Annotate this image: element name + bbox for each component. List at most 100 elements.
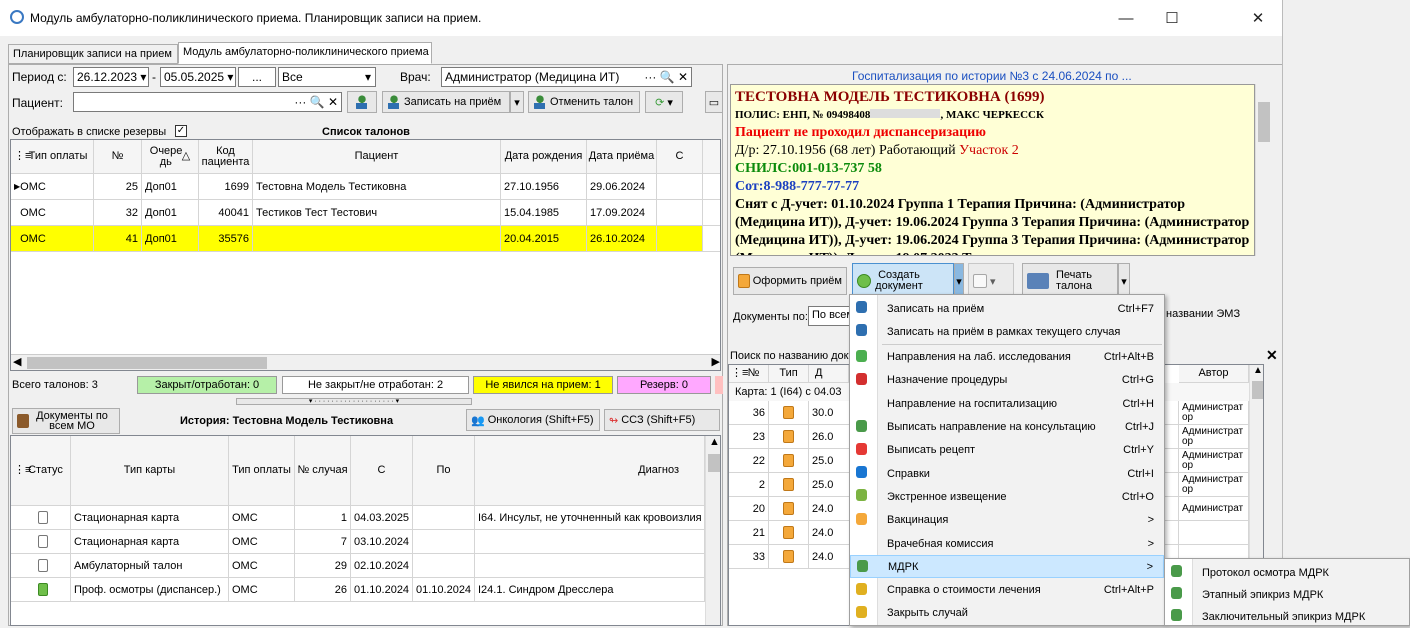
talon-cell[interactable]: ОМС <box>11 226 94 252</box>
talon-cell[interactable] <box>703 226 720 252</box>
doc-type-cell[interactable] <box>769 473 809 497</box>
menu-item[interactable]: Выписать направление на консультацию Ctrl… <box>850 416 1164 439</box>
menu-item[interactable]: Справки Ctrl+I <box>850 462 1164 485</box>
doc-num-cell[interactable]: 21 <box>729 521 769 545</box>
talon-cell[interactable]: Доп01 <box>142 200 199 226</box>
doc-author-cell[interactable]: Администрат <box>1179 497 1249 521</box>
doc-author-cell[interactable] <box>1179 521 1249 545</box>
history-cell[interactable]: 7 <box>295 530 351 554</box>
history-cell[interactable]: 03.10.2024 <box>351 530 413 554</box>
doc-type-cell[interactable] <box>769 449 809 473</box>
talon-cell[interactable]: ОМС <box>11 200 94 226</box>
doc-num-cell[interactable]: 2 <box>729 473 769 497</box>
history-cell[interactable]: Амбулаторный талон <box>71 554 229 578</box>
talon-cell[interactable]: 15.04.1985 <box>501 200 587 226</box>
menu-item[interactable]: Выписать рецепт Ctrl+Y <box>850 439 1164 462</box>
talon-cell[interactable] <box>657 200 703 226</box>
talon-cell[interactable]: 25 <box>94 174 142 200</box>
talon-cell[interactable]: Тестиков Тест Тестович <box>253 200 501 226</box>
history-cell[interactable]: Стационарная карта <box>71 530 229 554</box>
show-reserves-checkbox[interactable]: ✓ <box>175 125 187 137</box>
patient-card-button[interactable] <box>347 91 377 113</box>
doc-type-cell[interactable] <box>769 545 809 569</box>
history-cell[interactable]: 1 <box>295 506 351 530</box>
doc-author-cell[interactable]: Администрат ор <box>1179 473 1249 497</box>
menu-item[interactable]: Назначение процедуры Ctrl+G <box>850 369 1164 392</box>
history-cell[interactable]: 26 <box>295 578 351 602</box>
date-from-field[interactable]: 26.12.2023 ▾ <box>73 67 149 87</box>
talon-cell[interactable]: 1699 <box>199 174 253 200</box>
splitter[interactable]: ▾ · · · · · · · · · · · · · · · · · · · … <box>236 398 472 405</box>
history-cell[interactable]: 02.10.2024 <box>351 554 413 578</box>
history-cell[interactable] <box>11 530 71 554</box>
clear-search-icon[interactable]: ✕ <box>1266 347 1278 364</box>
history-cell[interactable]: ОМС <box>229 578 295 602</box>
tab-outpatient-module[interactable]: Модуль амбулаторно-поликлинического прие… <box>178 42 432 64</box>
record-appointment-button[interactable]: Записать на приём <box>382 91 510 113</box>
submenu-item[interactable]: Этапный эпикриз МДРК <box>1165 583 1409 606</box>
talon-cell[interactable]: 40041 <box>199 200 253 226</box>
date-to-field[interactable]: 05.05.2025 ▾ <box>160 67 236 87</box>
talon-cell[interactable]: 27.10.1956 <box>501 174 587 200</box>
doc-author-cell[interactable]: Администрат ор <box>1179 449 1249 473</box>
print-button[interactable]: ▭ <box>705 91 723 113</box>
refresh-button[interactable]: ⟳ ▾ <box>645 91 683 113</box>
history-cell[interactable]: 01.10.2024 <box>351 578 413 602</box>
doc-num-cell[interactable]: 33 <box>729 545 769 569</box>
history-cell[interactable] <box>11 506 71 530</box>
doc-num-cell[interactable]: 22 <box>729 449 769 473</box>
menu-item[interactable]: Экстренное извещение Ctrl+O <box>850 485 1164 508</box>
doc-author-cell[interactable]: Администрат ор <box>1179 425 1249 449</box>
oncology-button[interactable]: 👥 Онкология (Shift+F5) <box>466 409 600 431</box>
history-cell[interactable]: I64. Инсульт, не уточненный как кровоизл… <box>475 506 705 530</box>
history-cell[interactable]: 04.03.2025 <box>351 506 413 530</box>
minimize-button[interactable]: — <box>1104 6 1148 32</box>
talon-cell[interactable]: Доп01 <box>142 226 199 252</box>
menu-item[interactable]: Направления на лаб. исследования Ctrl+Alt… <box>850 346 1164 369</box>
docs-by-select[interactable]: По всем <box>808 306 852 326</box>
doc-author-cell[interactable]: Администрат ор <box>1179 401 1249 425</box>
talons-grid[interactable]: ⋮≡ Тип оплаты № Очере дь △ Код пациента П… <box>10 139 721 371</box>
history-cell[interactable]: ОМС <box>229 530 295 554</box>
history-vscroll[interactable]: ▲ <box>705 436 720 625</box>
period-dots-button[interactable]: ... <box>238 67 276 87</box>
history-cell[interactable] <box>11 554 71 578</box>
doc-type-cell[interactable] <box>769 497 809 521</box>
talon-cell[interactable]: 29.06.2024 <box>587 174 657 200</box>
talon-cell[interactable] <box>657 226 703 252</box>
talon-cell[interactable]: 35576 <box>199 226 253 252</box>
talon-cell[interactable] <box>253 226 501 252</box>
submenu-item[interactable]: Протокол осмотра МДРК <box>1165 561 1409 584</box>
doc-num-cell[interactable]: 36 <box>729 401 769 425</box>
menu-item[interactable]: Вакцинация > <box>850 509 1164 532</box>
menu-item[interactable]: МДРК > <box>850 555 1164 579</box>
menu-item[interactable]: Записать на приём в рамках текущего случ… <box>850 320 1164 343</box>
talon-cell[interactable] <box>703 174 720 200</box>
history-cell[interactable]: Стационарная карта <box>71 506 229 530</box>
talon-cell[interactable]: Доп01 <box>142 174 199 200</box>
doc-num-cell[interactable]: 20 <box>729 497 769 521</box>
reception-button[interactable]: Оформить приём <box>733 267 847 295</box>
menu-item[interactable]: Закрыть случай <box>850 602 1164 625</box>
talon-cell[interactable]: 20.04.2015 <box>501 226 587 252</box>
talons-hscroll[interactable]: ◀ ▶ <box>11 354 720 370</box>
cancel-talon-button[interactable]: Отменить талон <box>528 91 640 113</box>
docs-all-mo-button[interactable]: Документы по всем МО <box>12 408 120 434</box>
close-button[interactable]: ✕ <box>1236 6 1280 32</box>
history-cell[interactable] <box>413 554 475 578</box>
history-cell[interactable] <box>475 554 705 578</box>
history-cell[interactable] <box>11 578 71 602</box>
doc-num-cell[interactable]: 23 <box>729 425 769 449</box>
patient-search-input[interactable]: ··· 🔍 ✕ <box>73 92 342 112</box>
doctor-field[interactable]: Администратор (Медицина ИТ) ··· 🔍 ✕ <box>441 67 692 87</box>
submenu-item[interactable]: Заключительный эпикриз МДРК <box>1165 605 1409 628</box>
record-dropdown-button[interactable]: ▾ <box>510 91 524 113</box>
history-cell[interactable] <box>475 530 705 554</box>
history-cell[interactable]: ОМС <box>229 506 295 530</box>
all-select[interactable]: Все ▾ <box>278 67 376 87</box>
history-cell[interactable]: Проф. осмотры (диспансер.) <box>71 578 229 602</box>
talon-cell[interactable]: 26.10.2024 <box>587 226 657 252</box>
ssz-button[interactable]: ↬ ССЗ (Shift+F5) <box>604 409 720 431</box>
patient-card-vscroll[interactable] <box>1255 84 1271 256</box>
history-cell[interactable]: 29 <box>295 554 351 578</box>
